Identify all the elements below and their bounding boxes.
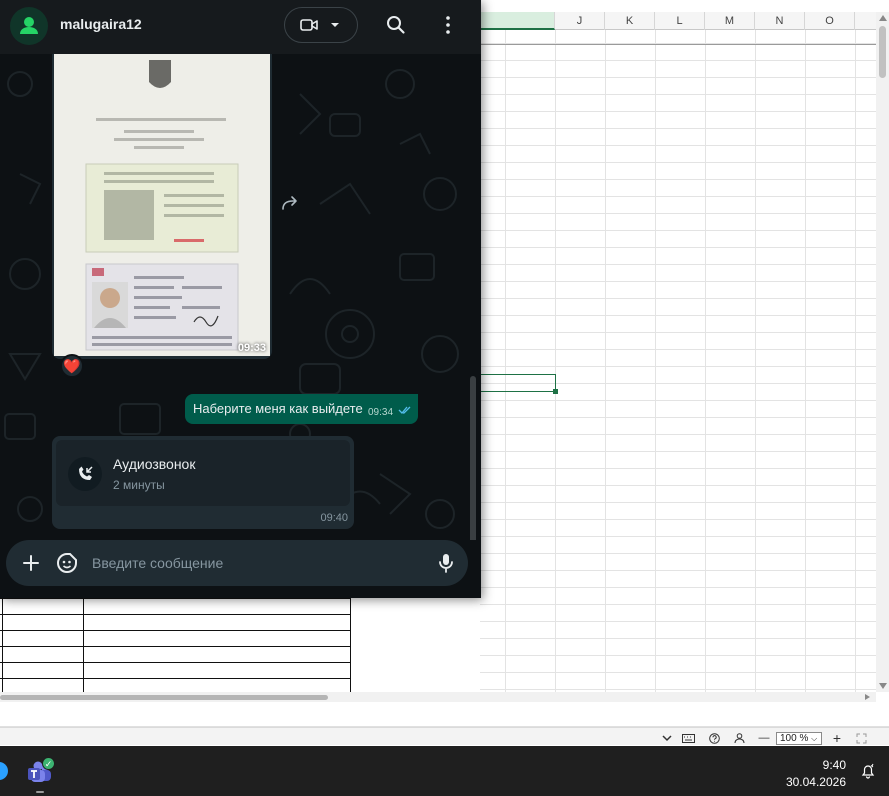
attach-plus-icon[interactable] — [19, 551, 43, 575]
sticker-icon[interactable] — [55, 551, 79, 575]
call-title: Аудиозвонок — [113, 456, 196, 472]
column-header-m[interactable]: M — [705, 12, 755, 30]
chevron-down-icon[interactable] — [660, 728, 674, 745]
video-camera-icon — [300, 19, 318, 31]
chat-scrollbar[interactable] — [470, 376, 476, 540]
vertical-scrollbar[interactable] — [876, 12, 889, 692]
column-header-o[interactable]: O — [805, 12, 855, 30]
audio-call-message[interactable]: Аудиозвонок 2 минуты 09:40 — [52, 436, 354, 529]
keyboard-icon[interactable] — [680, 728, 696, 745]
status-bar: — 100 % ⌵ + — [0, 727, 889, 745]
notification-bell-icon[interactable] — [860, 763, 876, 779]
passport-photo-image[interactable] — [54, 54, 270, 356]
sheet-tabs-bar — [0, 702, 889, 727]
clock-time[interactable]: 9:40 — [823, 758, 846, 772]
accessibility-icon[interactable] — [730, 728, 748, 745]
forward-icon[interactable] — [280, 195, 300, 213]
active-app-indicator — [36, 791, 44, 793]
outgoing-message[interactable]: Наберите меня как выйдете 09:34 — [185, 394, 418, 424]
call-icon-container — [68, 457, 102, 491]
call-card[interactable]: Аудиозвонок 2 минуты — [56, 440, 350, 506]
chat-area[interactable]: 09:33 ❤️ Наберите меня как выйдете 09:34 — [0, 54, 481, 540]
whatsapp-chat-window: malugaira12 09:33 ❤️ Наберите меня как в… — [0, 0, 481, 598]
message-composer — [0, 540, 481, 598]
person-icon — [20, 17, 38, 34]
column-header-n[interactable]: N — [755, 12, 805, 30]
message-text: Наберите меня как выйдете — [193, 401, 363, 416]
contact-avatar[interactable] — [10, 7, 48, 45]
scroll-down-arrow-icon[interactable] — [879, 683, 887, 689]
app-icon[interactable] — [0, 762, 8, 780]
composer-bar — [6, 540, 468, 586]
status-check-icon: ✓ — [42, 757, 55, 770]
column-header-j[interactable]: J — [555, 12, 605, 30]
chat-header[interactable]: malugaira12 — [0, 0, 481, 54]
chevron-down-icon: ⌵ — [811, 734, 818, 743]
row-border — [480, 44, 876, 45]
horizontal-scrollbar[interactable] — [0, 692, 876, 702]
message-time: 09:33 — [237, 342, 266, 354]
message-time: 09:40 — [320, 512, 348, 524]
incoming-photo-message[interactable]: 09:33 — [52, 54, 272, 359]
zoom-select[interactable]: 100 % ⌵ — [776, 732, 822, 745]
search-icon[interactable] — [384, 13, 408, 37]
vertical-scroll-thumb[interactable] — [879, 26, 886, 78]
fullscreen-icon[interactable] — [852, 728, 870, 745]
zoom-out-button[interactable]: — — [756, 728, 772, 745]
heart-reaction[interactable]: ❤️ — [60, 354, 84, 378]
video-call-button[interactable] — [284, 7, 358, 43]
horizontal-scroll-thumb[interactable] — [0, 695, 328, 700]
incoming-call-icon — [79, 466, 93, 480]
more-options-icon[interactable] — [436, 13, 460, 37]
column-header-row: J K L M N O — [480, 12, 876, 30]
scroll-right-arrow-icon[interactable] — [865, 694, 870, 700]
clock-date[interactable]: 30.04.2026 — [786, 775, 846, 789]
zoom-in-button[interactable]: + — [828, 728, 846, 745]
selected-cell[interactable] — [480, 374, 558, 394]
cell-grid[interactable] — [480, 30, 876, 692]
contact-name[interactable]: malugaira12 — [60, 16, 142, 32]
message-input[interactable] — [90, 548, 410, 578]
microphone-icon[interactable] — [434, 551, 458, 575]
chevron-down-icon — [331, 23, 339, 27]
read-receipt-icon — [398, 406, 411, 414]
column-header-l[interactable]: L — [655, 12, 705, 30]
column-header-k[interactable]: K — [605, 12, 655, 30]
call-duration: 2 минуты — [113, 478, 165, 492]
taskbar: ✓ 9:40 30.04.2026 — [0, 746, 889, 796]
bordered-table[interactable] — [0, 598, 352, 694]
column-header-i[interactable] — [480, 12, 555, 30]
scroll-up-arrow-icon[interactable] — [879, 15, 887, 21]
help-icon[interactable] — [706, 728, 722, 745]
message-time: 09:34 — [368, 407, 394, 418]
zoom-value: 100 % — [780, 733, 809, 744]
